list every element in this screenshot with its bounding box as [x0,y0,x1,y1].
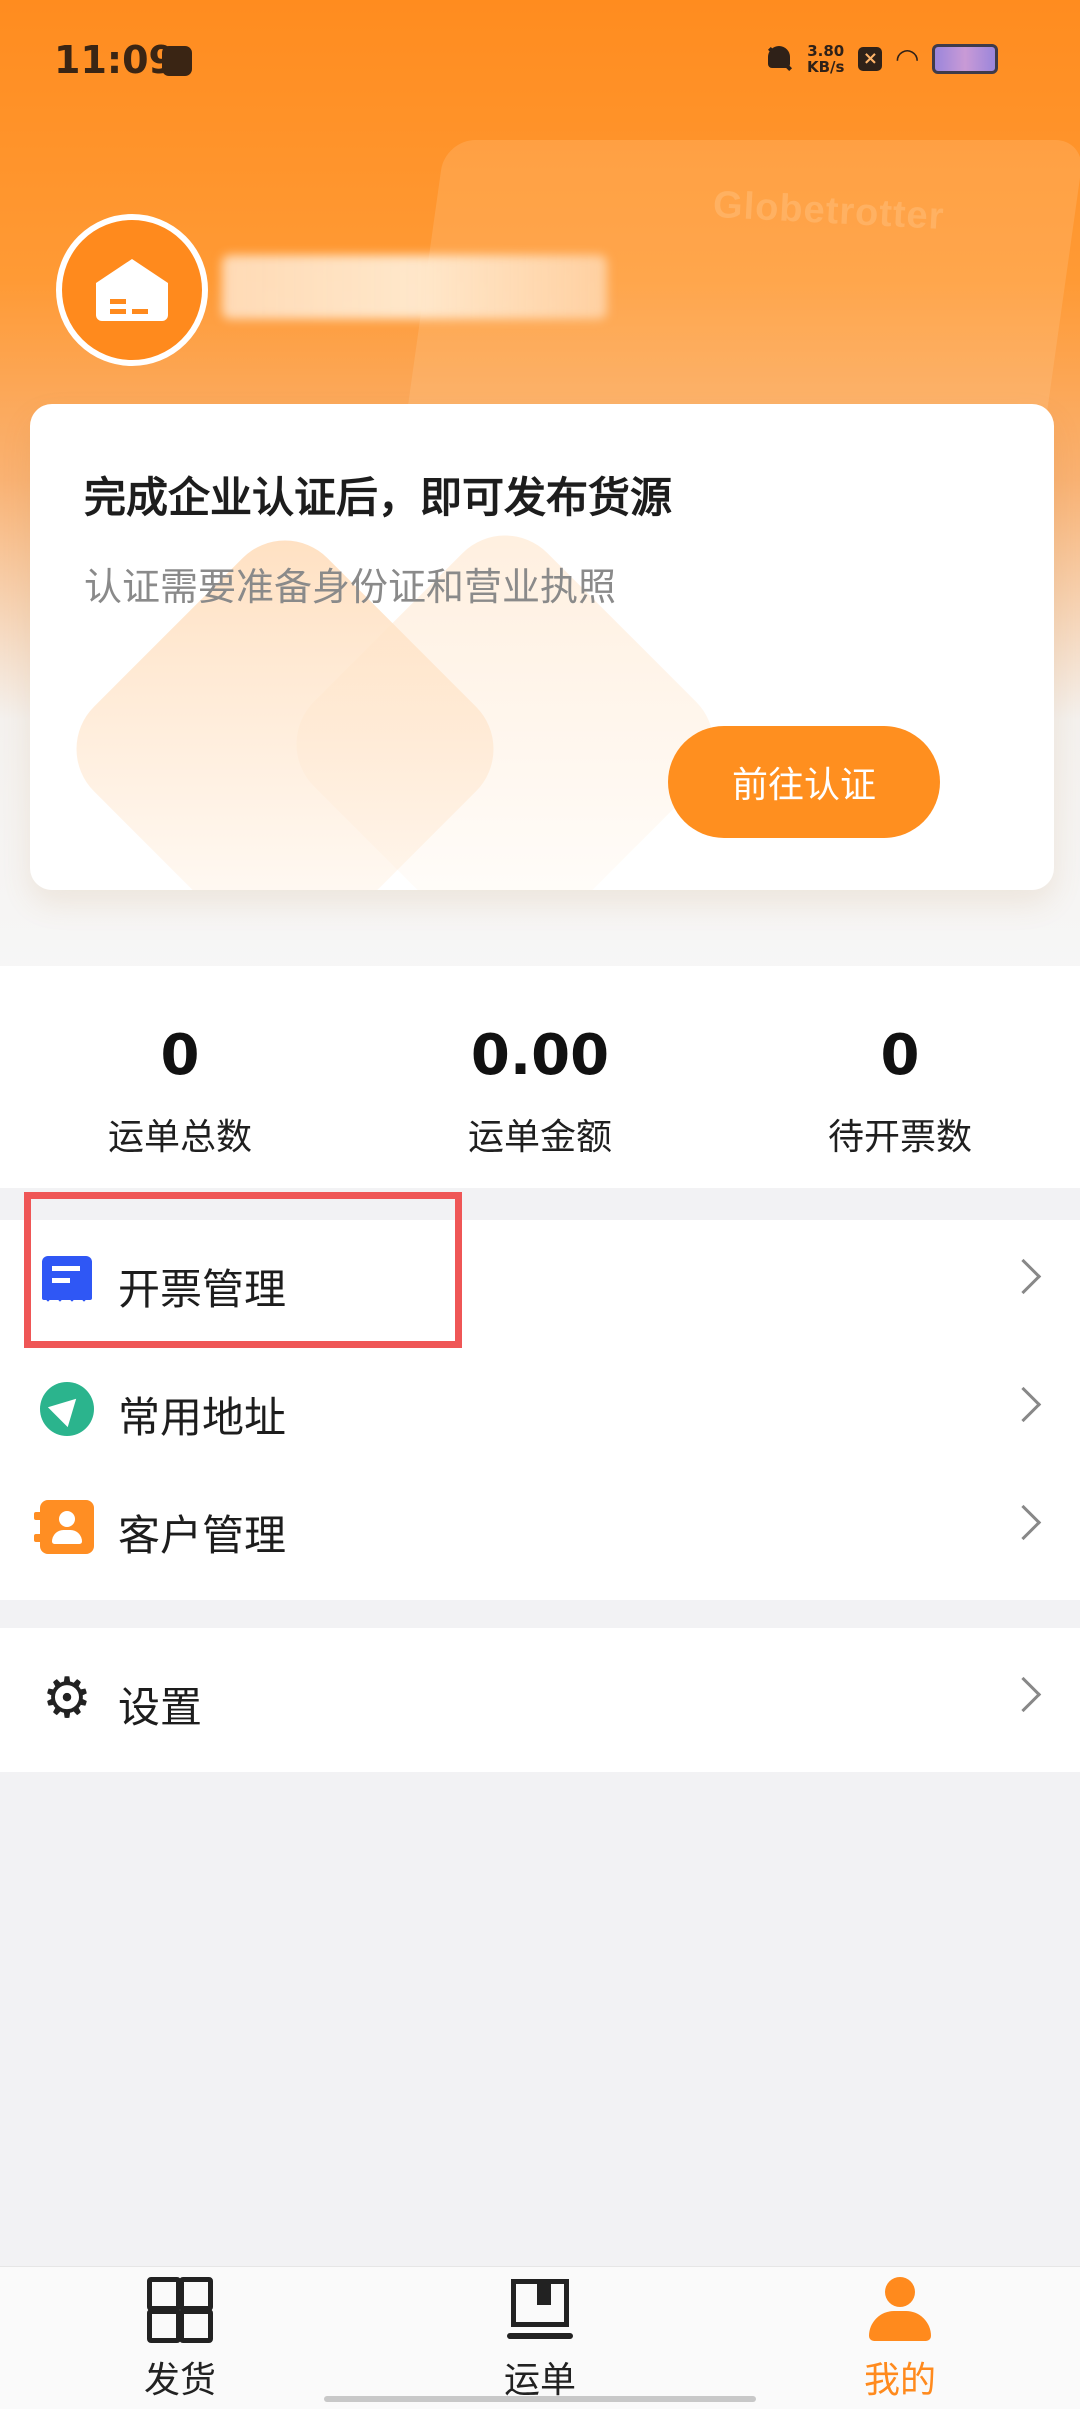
tab-label: 发货 [143,2360,216,2401]
app-notification-icon [162,46,192,76]
contact-card-icon [34,1500,94,1554]
tab-mine[interactable]: 我的 [780,2277,1020,2403]
grid-icon [147,2277,213,2343]
tab-label: 我的 [863,2360,936,2401]
wifi-icon: ◠ [896,42,918,75]
menu-item-label: 设置 [118,1683,203,1732]
network-speed-value: 3.80 [807,41,845,60]
gear-icon: ⚙ [41,1666,93,1731]
chevron-right-icon [1005,1504,1042,1541]
settings-group: ⚙ 设置 [0,1628,1080,1772]
building-icon [96,259,168,321]
menu-item-address[interactable]: 常用地址 [0,1348,1080,1468]
go-verify-button[interactable]: 前往认证 [668,726,940,838]
navigation-icon [40,1382,94,1436]
verification-card: 完成企业认证后，即可发布货源 认证需要准备身份证和营业执照 前往认证 [30,404,1054,890]
person-icon [867,2277,933,2343]
book-icon [507,2277,573,2343]
network-speed-unit: KB/s [806,57,845,76]
status-bar: 11:09 3.80 KB/s × ◠ [54,38,1026,88]
stat-value: 0 [160,1023,200,1088]
network-speed: 3.80 KB/s [807,43,844,75]
bell-muted-icon [765,44,793,74]
menu-item-customers[interactable]: 客户管理 [0,1466,1080,1586]
tab-orders[interactable]: 运单 [420,2277,660,2403]
battery-icon [932,43,998,74]
stat-value: 0.00 [470,1023,610,1088]
menu-item-label: 常用地址 [118,1393,287,1442]
status-time: 11:09 [54,38,175,82]
chevron-right-icon [1005,1258,1042,1295]
close-box-icon: × [858,46,883,71]
stat-value: 0 [880,1023,920,1088]
company-avatar[interactable] [56,214,208,366]
stat-label: 运单总数 [107,1117,252,1158]
stat-label: 运单金额 [467,1117,612,1158]
home-indicator[interactable] [324,2396,756,2402]
stat-pending-invoices[interactable]: 0 待开票数 [720,966,1080,1188]
verification-title: 完成企业认证后，即可发布货源 [84,473,673,522]
chevron-right-icon [1005,1676,1042,1713]
stats-panel: 0 运单总数 0.00 运单金额 0 待开票数 [0,966,1080,1188]
stat-total-orders[interactable]: 0 运单总数 [0,966,360,1188]
menu-item-label: 客户管理 [118,1511,287,1560]
menu-item-settings[interactable]: ⚙ 设置 [0,1638,1080,1758]
bottom-tab-bar: 发货 运单 我的 [0,2266,1080,2409]
verification-subtitle: 认证需要准备身份证和营业执照 [84,565,617,609]
blurred-company-name [222,255,607,319]
tab-ship[interactable]: 发货 [60,2277,300,2403]
stat-order-amount[interactable]: 0.00 运单金额 [360,966,720,1188]
chevron-right-icon [1005,1386,1042,1423]
stat-label: 待开票数 [827,1117,972,1158]
highlight-box [24,1192,462,1348]
